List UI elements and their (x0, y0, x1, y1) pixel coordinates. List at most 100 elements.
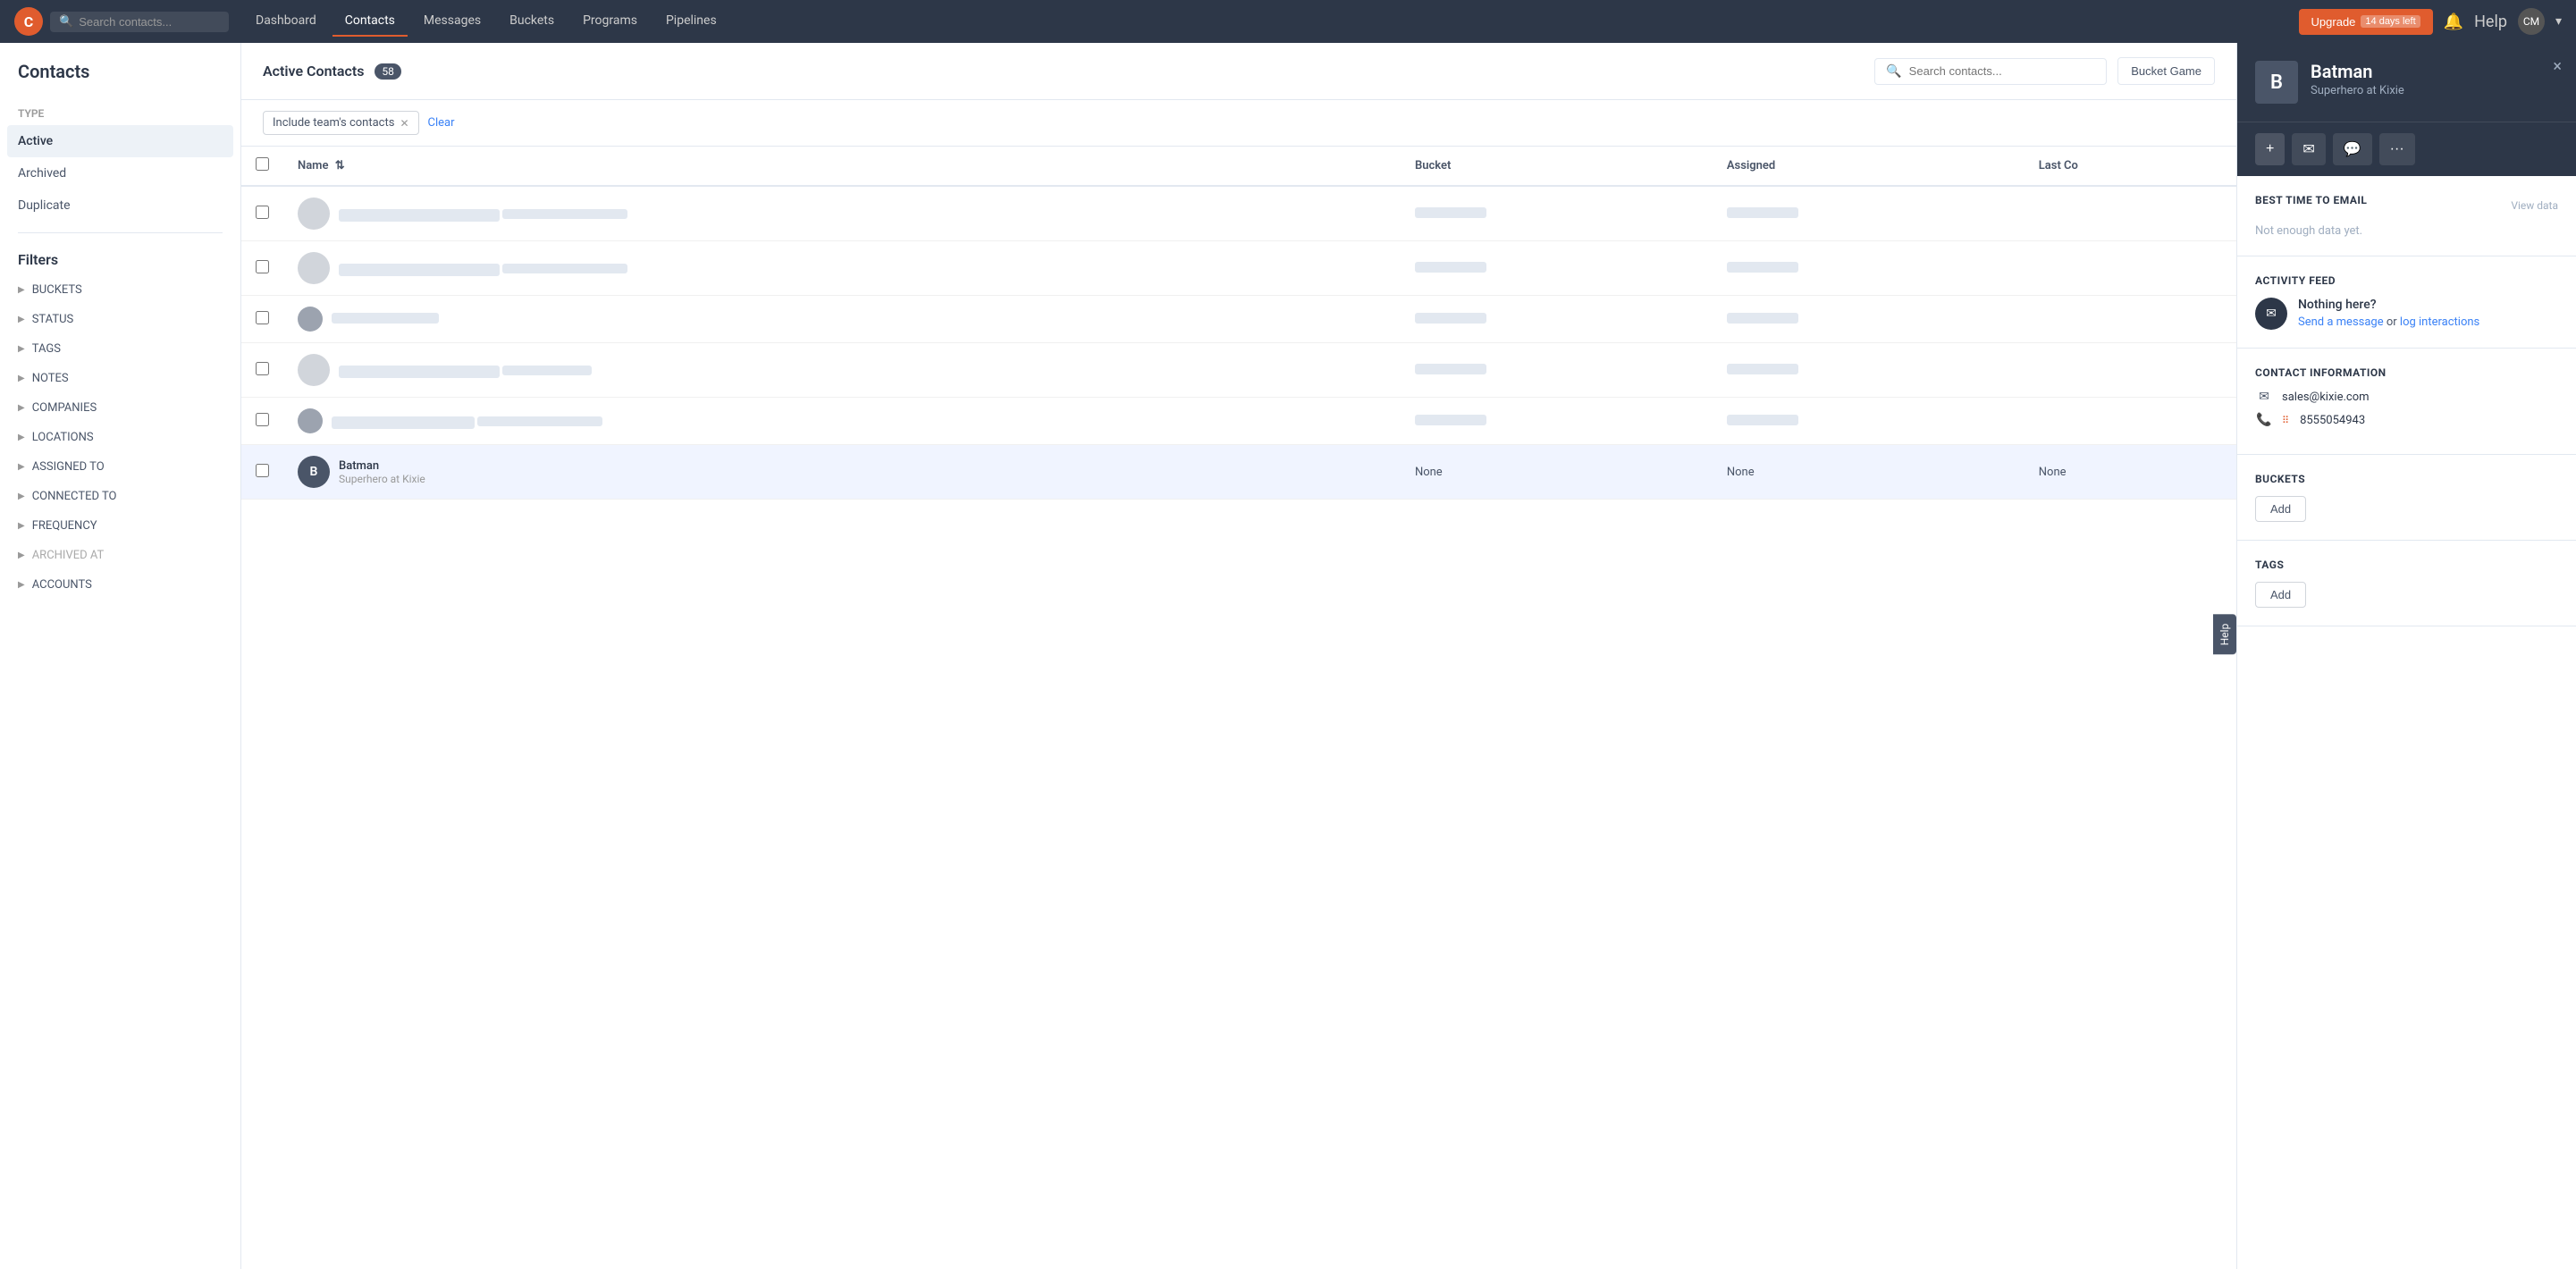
contacts-search-input[interactable] (1909, 64, 2096, 78)
nav-dashboard[interactable]: Dashboard (243, 6, 329, 37)
sidebar-title: Contacts (0, 61, 240, 97)
nav-contacts[interactable]: Contacts (333, 6, 408, 37)
add-tag-button[interactable]: Add (2255, 582, 2306, 608)
row-checkbox[interactable] (256, 413, 269, 426)
nav-pipelines[interactable]: Pipelines (653, 6, 729, 37)
filter-accounts[interactable]: ▶ ACCOUNTS (0, 570, 240, 600)
search-icon: 🔍 (1886, 64, 1901, 79)
contact-name-cell (298, 252, 1386, 284)
table-row[interactable] (241, 186, 2236, 241)
table-row[interactable]: B Batman Superhero at Kixie None None No… (241, 445, 2236, 500)
sort-icon: ⇅ (335, 159, 345, 172)
filter-status[interactable]: ▶ STATUS (0, 305, 240, 334)
row-checkbox[interactable] (256, 362, 269, 375)
contact-info: Batman Superhero at Kixie (339, 459, 425, 485)
bucket-blurred (1415, 313, 1486, 324)
activity-text: Nothing here? Send a message or log inte… (2298, 298, 2479, 329)
name-column-header[interactable]: Name ⇅ (283, 147, 1401, 186)
help-link[interactable]: Help (2474, 13, 2507, 31)
contact-name-blurred (339, 264, 500, 276)
email-action-button[interactable]: ✉ (2292, 133, 2325, 165)
avatar (298, 354, 330, 386)
include-team-contacts-tag: Include team's contacts ✕ (263, 111, 419, 135)
activity-links: Send a message or log interactions (2298, 315, 2479, 329)
topnav-right: Upgrade 14 days left 🔔 Help CM ▾ (2299, 8, 2562, 35)
nav-buckets[interactable]: Buckets (497, 6, 567, 37)
best-time-header: BEST TIME TO EMAIL View data (2255, 194, 2558, 217)
panel-header: B Batman Superhero at Kixie × (2237, 43, 2576, 122)
contact-subtitle-blurred (502, 366, 592, 375)
arrow-icon: ▶ (18, 285, 25, 295)
clear-filters-link[interactable]: Clear (428, 116, 455, 130)
user-avatar[interactable]: CM (2518, 8, 2545, 35)
search-input[interactable] (79, 15, 195, 29)
filter-buckets[interactable]: ▶ BUCKETS (0, 275, 240, 305)
phone-icon: 📞 (2255, 413, 2273, 427)
table-row[interactable] (241, 398, 2236, 445)
arrow-icon: ▶ (18, 374, 25, 383)
sidebar-item-archived[interactable]: Archived (0, 157, 240, 189)
select-all-column (241, 147, 283, 186)
chat-action-button[interactable]: 💬 (2333, 133, 2372, 165)
contacts-count-badge: 58 (375, 63, 401, 80)
sidebar-divider (18, 232, 223, 233)
add-action-button[interactable]: + (2255, 133, 2285, 165)
sidebar-item-duplicate[interactable]: Duplicate (0, 189, 240, 222)
avatar-chevron-icon[interactable]: ▾ (2555, 14, 2562, 29)
activity-feed-title: ACTIVITY FEED (2255, 274, 2558, 287)
row-checkbox[interactable] (256, 260, 269, 273)
help-tab[interactable]: Help (2213, 615, 2236, 655)
filter-archived-at[interactable]: ▶ ARCHIVED AT (0, 541, 240, 570)
filter-locations[interactable]: ▶ LOCATIONS (0, 423, 240, 452)
upgrade-button[interactable]: Upgrade 14 days left (2299, 9, 2433, 35)
filter-companies[interactable]: ▶ COMPANIES (0, 393, 240, 423)
main-header-right: 🔍 Bucket Game (1874, 57, 2215, 85)
sidebar-item-active[interactable]: Active (7, 125, 233, 157)
contact-name-cell (298, 408, 1386, 433)
contact-name-cell (298, 307, 1386, 332)
activity-feed-section: ACTIVITY FEED ✉ Nothing here? Send a mes… (2237, 256, 2576, 349)
filter-notes[interactable]: ▶ NOTES (0, 364, 240, 393)
bucket-blurred (1415, 415, 1486, 425)
assigned-blurred (1727, 207, 1798, 218)
table-row[interactable] (241, 241, 2236, 296)
view-data-link[interactable]: View data (2511, 199, 2558, 212)
filter-frequency[interactable]: ▶ FREQUENCY (0, 511, 240, 541)
contact-name-cell (298, 197, 1386, 230)
table-row[interactable] (241, 296, 2236, 343)
panel-close-button[interactable]: × (2553, 57, 2562, 76)
bucket-game-button[interactable]: Bucket Game (2117, 57, 2215, 85)
row-checkbox[interactable] (256, 206, 269, 219)
nav-programs[interactable]: Programs (570, 6, 650, 37)
panel-contact-subtitle: Superhero at Kixie (2311, 84, 2404, 97)
email-icon: ✉ (2255, 390, 2273, 404)
notifications-icon[interactable]: 🔔 (2444, 13, 2463, 31)
main-content: Active Contacts 58 🔍 Bucket Game Include… (241, 43, 2236, 1269)
table-row[interactable] (241, 343, 2236, 398)
contacts-table: Name ⇅ Bucket Assigned Last Co (241, 147, 2236, 500)
more-action-button[interactable]: ··· (2379, 133, 2415, 165)
filter-assigned-to[interactable]: ▶ ASSIGNED TO (0, 452, 240, 482)
email-info-row: ✉ sales@kixie.com (2255, 390, 2558, 404)
top-navigation: C 🔍 Dashboard Contacts Messages Buckets … (0, 0, 2576, 43)
log-interactions-link[interactable]: log interactions (2400, 315, 2479, 329)
panel-contact-name: Batman (2311, 61, 2404, 82)
main-nav: Dashboard Contacts Messages Buckets Prog… (243, 6, 729, 37)
global-search[interactable]: 🔍 (50, 12, 229, 32)
row-checkbox[interactable] (256, 464, 269, 477)
nav-messages[interactable]: Messages (411, 6, 493, 37)
filter-tags[interactable]: ▶ TAGS (0, 334, 240, 364)
contact-info (332, 413, 602, 430)
contact-info (339, 260, 627, 277)
row-checkbox[interactable] (256, 311, 269, 324)
select-all-checkbox[interactable] (256, 157, 269, 171)
contacts-table-container: Name ⇅ Bucket Assigned Last Co (241, 147, 2236, 1269)
contacts-search[interactable]: 🔍 (1874, 58, 2107, 85)
contact-email: sales@kixie.com (2282, 391, 2370, 404)
send-message-link[interactable]: Send a message (2298, 315, 2384, 329)
remove-filter-icon[interactable]: ✕ (400, 117, 408, 130)
filter-connected-to[interactable]: ▶ CONNECTED TO (0, 482, 240, 511)
arrow-icon: ▶ (18, 462, 25, 472)
add-bucket-button[interactable]: Add (2255, 496, 2306, 522)
arrow-icon: ▶ (18, 550, 25, 560)
